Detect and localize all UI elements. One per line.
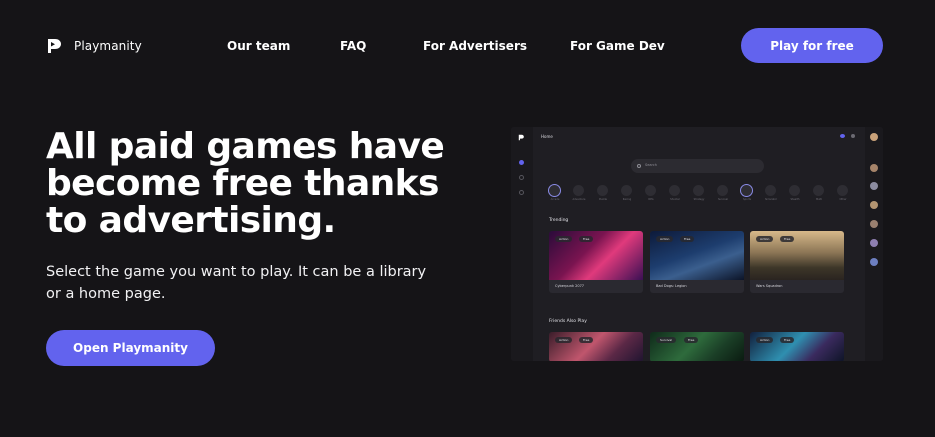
category-icon: [573, 185, 584, 196]
category-label: Racing: [622, 198, 632, 201]
category-icon: [789, 185, 800, 196]
search-icon: [637, 164, 641, 168]
nav-our-team[interactable]: Our team: [227, 39, 290, 53]
hero-headline: All paid games have become free thanks t…: [46, 126, 445, 241]
preview-user-icon: [851, 134, 855, 138]
category-icon: [741, 185, 752, 196]
hero-subtitle: Select the game you want to play. It can…: [46, 264, 427, 302]
category-label: Other: [839, 198, 847, 201]
playmanity-logo-icon: [48, 39, 61, 53]
brand-logo[interactable]: Playmanity: [46, 38, 142, 54]
brand-name: Playmanity: [74, 39, 142, 53]
preview-logo-icon: [518, 134, 524, 141]
avatar: [870, 182, 878, 190]
category-icon: [645, 185, 656, 196]
home-icon: [519, 160, 524, 165]
game-tag: Survival: [656, 337, 677, 343]
game-title: Wars Squadron: [756, 284, 783, 288]
preview-section-trending: Trending: [549, 218, 569, 223]
nav-faq[interactable]: FAQ: [340, 39, 366, 53]
category-label: Survival: [717, 198, 729, 201]
play-for-free-button[interactable]: Play for free: [741, 28, 883, 63]
game-tag: Free: [579, 236, 594, 242]
category-icon: [549, 185, 560, 196]
category-label: Arcade: [550, 198, 560, 201]
category-label: Strategy: [693, 198, 705, 201]
game-tag: Action: [756, 236, 774, 242]
avatar: [870, 220, 878, 228]
game-tag: Free: [780, 236, 795, 242]
preview-page-title: Home: [541, 134, 553, 139]
nav-for-advertisers[interactable]: For Advertisers: [423, 39, 527, 53]
settings-icon: [519, 190, 524, 195]
game-tag: Action: [656, 236, 674, 242]
app-preview-screenshot: Home Search Arcade Adventure Puzzle Raci…: [511, 127, 883, 361]
preview-search-input: Search: [631, 159, 764, 173]
game-title: Bad Dogs: Legion: [656, 284, 687, 288]
category-label: Sports: [742, 198, 751, 201]
preview-notification-icon: [840, 134, 845, 138]
game-title: Cyberpunk 2077: [555, 284, 585, 288]
avatar: [870, 164, 878, 172]
preview-friends-rail: [865, 127, 883, 361]
game-tag: Free: [579, 337, 594, 343]
game-card: Survival Free: [650, 332, 744, 361]
preview-main: Home Search Arcade Adventure Puzzle Raci…: [533, 127, 865, 361]
library-icon: [519, 175, 524, 180]
category-label: Multi: [815, 198, 823, 201]
open-playmanity-button[interactable]: Open Playmanity: [46, 330, 215, 366]
avatar: [870, 258, 878, 266]
category-icon: [765, 185, 776, 196]
preview-sidebar: [511, 127, 533, 361]
category-icon: [837, 185, 848, 196]
category-label: Stealth: [790, 198, 800, 201]
category-icon: [597, 185, 608, 196]
game-tag: Free: [684, 337, 699, 343]
avatar: [870, 133, 878, 141]
avatar: [870, 239, 878, 247]
category-icon: [693, 185, 704, 196]
game-tag: Free: [780, 337, 795, 343]
category-icon: [813, 185, 824, 196]
category-label: Shooter: [670, 198, 680, 201]
game-card: Action Free Cyberpunk 2077: [549, 231, 643, 293]
game-card: Action Free Wars Squadron: [750, 231, 844, 293]
category-icon: [669, 185, 680, 196]
game-tag: Action: [555, 337, 573, 343]
category-label: Puzzle: [599, 198, 607, 201]
game-card: Action Free: [750, 332, 844, 361]
category-icon: [717, 185, 728, 196]
category-label: Adventure: [572, 198, 586, 201]
game-card: Action Free Bad Dogs: Legion: [650, 231, 744, 293]
avatar: [870, 201, 878, 209]
category-icon: [621, 185, 632, 196]
preview-section-friends: Friends Also Play: [549, 319, 587, 324]
game-card: Action Free: [549, 332, 643, 361]
search-placeholder: Search: [645, 163, 658, 167]
category-label: RPG: [648, 198, 654, 201]
preview-category-row: Arcade Adventure Puzzle Racing RPG Shoot…: [547, 185, 857, 203]
game-tag: Action: [756, 337, 774, 343]
game-tag: Free: [680, 236, 695, 242]
category-label: Simulator: [764, 198, 778, 201]
nav-for-game-dev[interactable]: For Game Dev: [570, 39, 665, 53]
game-tag: Action: [555, 236, 573, 242]
